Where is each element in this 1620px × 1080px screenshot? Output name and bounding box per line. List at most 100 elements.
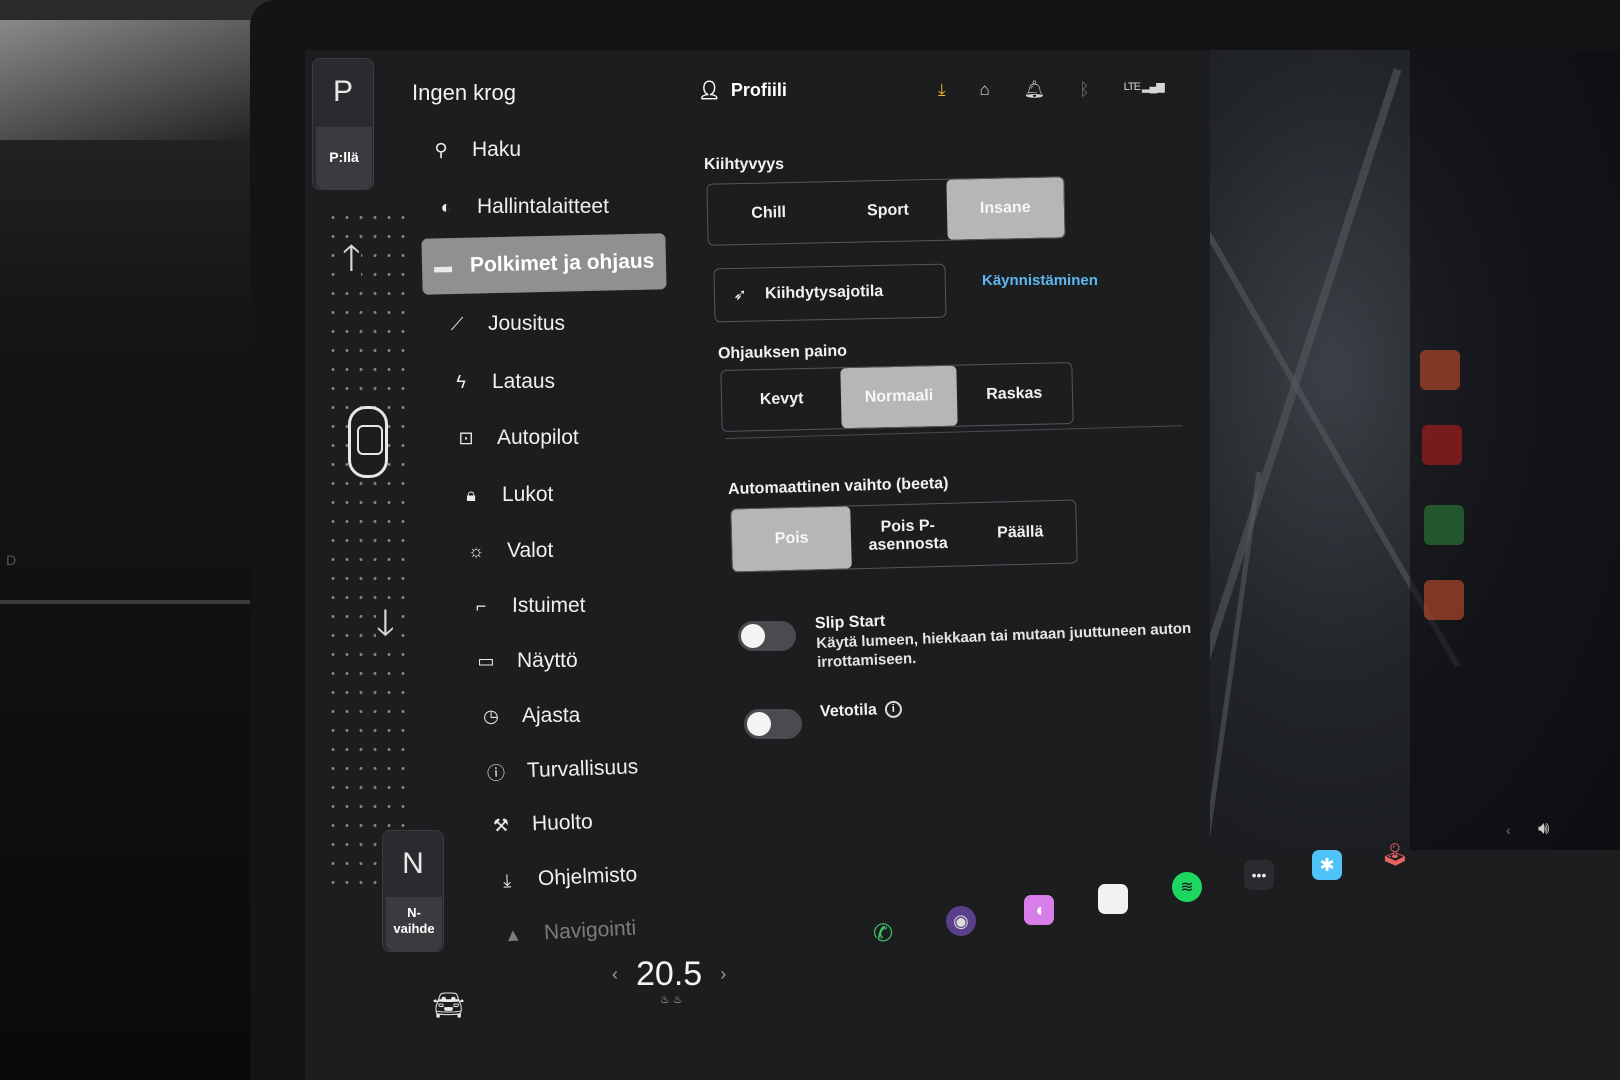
nav-item-label: Ohjelmisto: [537, 862, 638, 891]
acceleration-label: Kiihtyvyys: [704, 156, 785, 173]
search-icon: ⚲: [434, 139, 448, 160]
park-gear-label: P:llä: [316, 127, 372, 189]
nav-item-label: Näyttö: [517, 649, 578, 672]
nav-item-lataus[interactable]: ϟ Lataus: [448, 356, 555, 408]
profile-label: Profiili: [730, 80, 787, 100]
launch-mode-button[interactable]: ➶ Kiihdytysajotila: [713, 263, 947, 323]
nav-item-label: Autopilot: [497, 426, 579, 449]
phone-icon[interactable]: ✆: [868, 918, 898, 948]
nav-item-label: Haku: [472, 138, 522, 161]
bell-icon[interactable]: 🔔︎: [1024, 80, 1046, 100]
profile-button[interactable]: 👤︎ Profiili: [698, 80, 787, 101]
bluetooth-icon[interactable]: ᛒ: [1079, 80, 1089, 100]
gear-selector[interactable]: P P:llä 🡑 🡓 N N- vaihde: [312, 58, 444, 988]
info-icon[interactable]: i: [884, 700, 903, 719]
auto-shift-option-paalla[interactable]: Päällä: [964, 501, 1077, 566]
neutral-gear-letter: N: [402, 847, 424, 880]
volume-icon[interactable]: 🔊︎: [1538, 818, 1549, 839]
nav-item-turvallisuus[interactable]: ⓘ Turvallisuus: [482, 741, 639, 798]
nav-item-polkimet-ja-ohjaus[interactable]: ▬ Polkimet ja ohjaus: [421, 233, 667, 295]
steering-option-kevyt[interactable]: Kevyt: [721, 368, 842, 431]
camera-icon[interactable]: ◉: [946, 906, 976, 936]
nav-item-ohjelmisto[interactable]: ⤓ Ohjelmisto: [493, 849, 638, 907]
map-view[interactable]: [1210, 50, 1620, 850]
steering-label: Ohjauksen paino: [717, 342, 848, 363]
toggle-knob: [741, 624, 765, 648]
slip-start-toggle[interactable]: [738, 621, 796, 651]
app-tile[interactable]: [1424, 580, 1464, 620]
arrow-down-icon: 🡓: [376, 602, 395, 643]
bluetooth-app-icon[interactable]: ✱: [1312, 850, 1342, 880]
app-tile[interactable]: [1424, 505, 1464, 545]
garage-icon[interactable]: ⌂: [980, 80, 990, 100]
joystick-icon[interactable]: 🕹︎: [1380, 840, 1410, 870]
auto-shift-option-pois[interactable]: Pois: [731, 506, 853, 572]
nav-item-valot[interactable]: ☼ Valot: [463, 525, 554, 577]
car-top-view-icon[interactable]: [348, 406, 388, 478]
launch-help-link[interactable]: Käynnistäminen: [982, 272, 1098, 289]
park-gear-letter: P: [332, 75, 353, 108]
seat-heater-icons[interactable]: ♨ ♨: [660, 993, 683, 1006]
car-status-icon[interactable]: 🚘︎: [432, 990, 465, 1021]
neutral-gear-label: N- vaihde: [386, 897, 442, 951]
nav-item-label: Jousitus: [488, 312, 566, 335]
acceleration-option-sport[interactable]: Sport: [829, 180, 948, 242]
nav-item-label: Valot: [507, 539, 554, 562]
auto-shift-selector[interactable]: Pois Pois P- asennosta Päällä: [730, 499, 1078, 573]
steering-option-raskas[interactable]: Raskas: [956, 363, 1073, 426]
nav-item-label: Ajasta: [522, 704, 581, 727]
dash-marking: D: [6, 552, 17, 568]
nav-item-label: Huolto: [531, 810, 594, 836]
climate-control[interactable]: ‹ 20.5 › ♨ ♨: [612, 955, 726, 1006]
nav-item-label: Polkimet ja ohjaus: [469, 249, 655, 277]
alarm-icon: ◷: [483, 705, 499, 726]
nav-item-label: Istuimet: [512, 594, 586, 617]
cabin-temperature[interactable]: 20.5: [636, 955, 702, 994]
gear-slider-track[interactable]: [326, 208, 406, 888]
nav-item-label: Hallintalaitteet: [477, 195, 609, 218]
sun-icon: ☼: [467, 540, 485, 561]
download-icon[interactable]: ⤓: [938, 80, 946, 100]
traction-mode-toggle[interactable]: [744, 709, 802, 739]
calendar-icon[interactable]: [1098, 884, 1128, 914]
lock-icon: 🔒︎: [466, 484, 476, 505]
arrow-up-icon: 🡑: [342, 237, 361, 278]
app-tile[interactable]: [1420, 350, 1460, 390]
acceleration-option-insane[interactable]: Insane: [946, 177, 1065, 240]
user-icon: 👤︎: [698, 80, 721, 100]
steering-selector[interactable]: Kevyt Normaali Raskas: [720, 362, 1074, 432]
nav-item-label: Lukot: [502, 483, 554, 506]
launch-mode-label: Kiihdytysajotila: [764, 282, 884, 303]
acceleration-selector[interactable]: Chill Sport Insane: [706, 176, 1066, 246]
acceleration-option-chill[interactable]: Chill: [707, 182, 830, 245]
nav-item-hallintalaitteet[interactable]: ◐ Hallintalaitteet: [433, 181, 609, 233]
nav-item-navigointi[interactable]: ▲ Navigointi: [499, 902, 638, 961]
driver-profile-name: Ingen krog: [412, 80, 516, 105]
nav-item-ajasta[interactable]: ◷ Ajasta: [478, 690, 580, 742]
park-gear-button[interactable]: P P:llä: [312, 58, 374, 190]
status-bar: ⤓ ⌂ 🔔︎ ᛒ LTE ▂▄▆: [938, 80, 1165, 100]
nav-item-istuimet[interactable]: ⌐ Istuimet: [468, 580, 586, 632]
more-apps-icon[interactable]: •••: [1244, 860, 1274, 890]
temp-increase-icon[interactable]: ›: [720, 964, 726, 985]
auto-shift-option-pois-p-asennosta[interactable]: Pois P- asennosta: [851, 503, 966, 568]
toybox-icon[interactable]: ◖: [1024, 895, 1054, 925]
nav-item-autopilot[interactable]: ⊡ Autopilot: [453, 412, 579, 464]
app-tile[interactable]: [1422, 425, 1462, 465]
neutral-gear-button[interactable]: N N- vaihde: [382, 830, 444, 952]
spotify-icon[interactable]: ≋: [1172, 872, 1202, 902]
download-icon: ⤓: [502, 869, 512, 891]
nav-item-lukot[interactable]: 🔒︎ Lukot: [458, 469, 553, 521]
toggle-knob: [747, 712, 771, 736]
nav-item-huolto[interactable]: ⚒ Huolto: [487, 796, 593, 852]
wrench-icon: ⚒: [492, 814, 510, 836]
nav-item-label: Navigointi: [543, 916, 637, 945]
nav-item-haku[interactable]: ⚲ Haku: [428, 124, 521, 176]
nav-item-naytto[interactable]: ▭ Näyttö: [473, 635, 578, 687]
steering-option-normaali[interactable]: Normaali: [840, 365, 958, 429]
volume-chevron-icon[interactable]: ‹: [1506, 822, 1511, 838]
nav-item-jousitus[interactable]: ⟋ Jousitus: [444, 298, 565, 350]
temp-decrease-icon[interactable]: ‹: [612, 964, 618, 985]
rocket-icon: ➶: [733, 286, 747, 305]
alert-icon: ⓘ: [486, 762, 506, 784]
